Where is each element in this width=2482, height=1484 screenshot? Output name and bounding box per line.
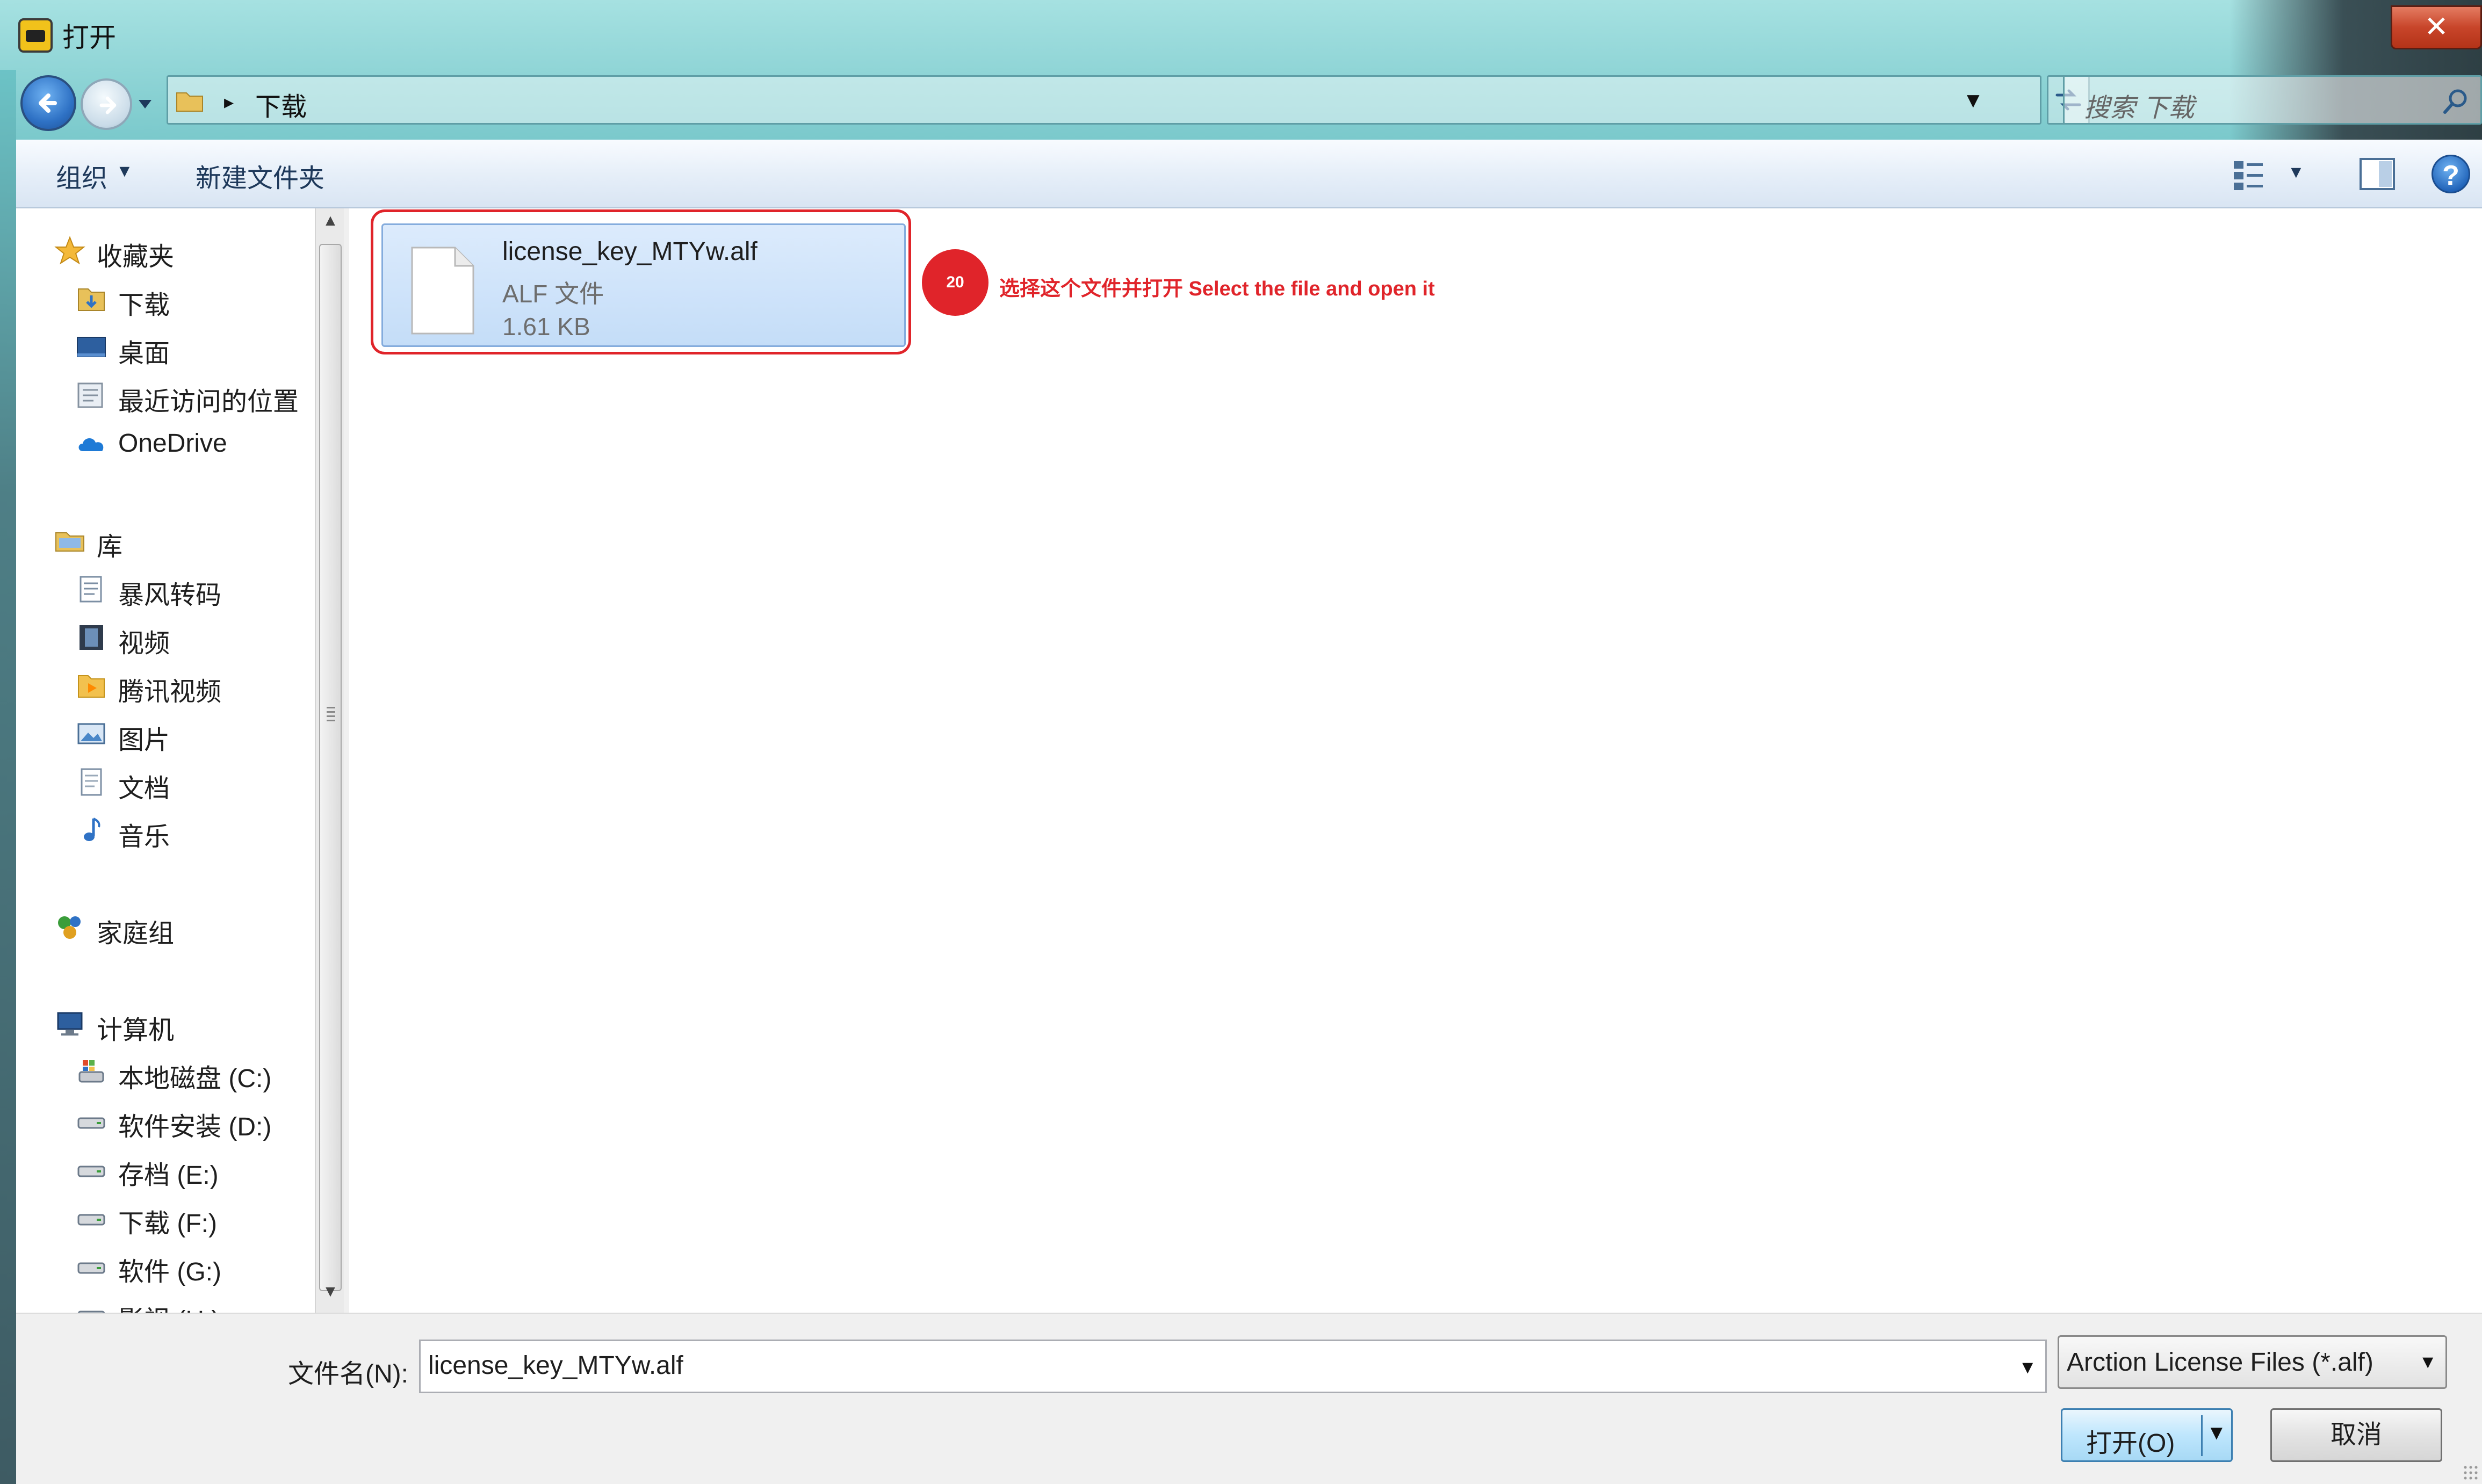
open-button[interactable]: 打开(O) ▼ <box>2061 1408 2233 1462</box>
downloads-folder-icon <box>78 288 105 311</box>
annotation-highlight-file <box>371 209 911 354</box>
picture-icon <box>77 723 105 744</box>
drive-icon <box>77 1214 105 1226</box>
arrow-right-icon <box>99 96 117 114</box>
annotation-step-20: 20 <box>922 249 989 316</box>
app-icon <box>18 18 53 53</box>
nav-item-label: 下载 <box>118 291 170 320</box>
system-drive-icon <box>78 1060 104 1083</box>
library-icon <box>55 532 84 552</box>
drive-icon <box>77 1311 105 1313</box>
tencent-video-icon <box>78 675 105 698</box>
forward-button[interactable] <box>81 78 132 130</box>
nav-item-label: 最近访问的位置 <box>118 388 299 416</box>
search-placeholder: 搜索 下载 <box>2084 94 2195 122</box>
drive-icon <box>77 1117 105 1129</box>
annotation-text-20: 选择这个文件并打开 Select the file and open it <box>999 278 1435 300</box>
scroll-up-icon[interactable]: ▲ <box>316 212 345 240</box>
scroll-grip <box>327 707 335 723</box>
film-icon <box>80 625 103 650</box>
nav-item-label: 本地磁盘 (C:) <box>118 1065 272 1093</box>
help-icon[interactable]: ? <box>2432 155 2470 193</box>
cloud-icon <box>78 438 104 451</box>
organize-menu[interactable]: 组织 <box>56 157 107 194</box>
open-button-label: 打开(O) <box>2086 1429 2175 1458</box>
nav-computer-label: 计算机 <box>97 1016 175 1045</box>
preview-pane-icon[interactable] <box>2358 157 2396 191</box>
breadcrumb-current[interactable]: 下载 <box>255 85 307 123</box>
window-title: 打开 <box>62 23 116 53</box>
organize-caret-icon[interactable]: ▼ <box>116 161 133 181</box>
filename-label: 文件名(N): <box>288 1360 408 1388</box>
nav-item-label: 影视 (H:) <box>118 1299 220 1313</box>
back-button[interactable] <box>20 75 76 131</box>
filter-dropdown-icon[interactable]: ▼ <box>2419 1352 2437 1373</box>
nav-item-label: 音乐 <box>118 823 170 851</box>
computer-icon <box>57 1012 83 1036</box>
cancel-button[interactable]: 取消 <box>2270 1408 2442 1462</box>
open-button-split <box>2201 1415 2203 1456</box>
filename-value: license_key_MTYw.alf <box>428 1351 683 1380</box>
folder-icon <box>176 92 203 112</box>
navigation-pane: 收藏夹 下载 桌面 最近访问的位置 OneDrive 库 暴风转码 视频 腾讯视… <box>16 208 315 1313</box>
open-options-icon[interactable]: ▼ <box>2206 1422 2227 1445</box>
nav-scrollbar[interactable]: ▲ ▼ <box>315 208 344 1313</box>
file-type-filter[interactable]: Arction License Files (*.alf) ▼ <box>2058 1335 2447 1389</box>
filename-input[interactable]: license_key_MTYw.alf ▼ <box>419 1340 2047 1393</box>
file-list: license_key_MTYw.alf ALF 文件 1.61 KB <box>349 208 2482 1313</box>
resize-grip[interactable] <box>2463 1465 2479 1481</box>
nav-homegroup-label: 家庭组 <box>97 920 175 948</box>
address-bar[interactable]: ▸ 下载 ▼ <box>167 75 2041 125</box>
star-icon <box>54 236 85 265</box>
nav-item-label: OneDrive <box>118 429 227 458</box>
nav-item-label: 腾讯视频 <box>118 678 222 706</box>
nav-item-label: 暴风转码 <box>118 581 222 610</box>
nav-item-label: 软件 (G:) <box>118 1258 221 1286</box>
nav-item-label: 软件安装 (D:) <box>118 1113 272 1141</box>
drive-icon <box>77 1166 105 1177</box>
pane-splitter[interactable] <box>344 208 349 1313</box>
scroll-down-icon[interactable]: ▼ <box>316 1283 345 1311</box>
document-icon <box>81 768 102 796</box>
breadcrumb-separator[interactable]: ▸ <box>224 91 234 113</box>
music-note-icon <box>84 817 100 841</box>
nav-libraries-label: 库 <box>97 533 123 561</box>
window-left-edge <box>0 70 16 1484</box>
drive-icon <box>77 1262 105 1274</box>
nav-item-label: 桌面 <box>118 339 170 368</box>
homegroup-icon <box>58 916 81 939</box>
recent-locations-dropdown-icon[interactable] <box>135 96 155 112</box>
search-icon[interactable] <box>2441 86 2471 117</box>
document-library-icon <box>80 576 102 603</box>
desktop-icon <box>77 337 106 357</box>
new-folder-button[interactable]: 新建文件夹 <box>196 157 324 194</box>
nav-item-label: 图片 <box>118 726 170 755</box>
file-type-filter-value: Arction License Files (*.alf) <box>2067 1348 2373 1377</box>
filename-dropdown-icon[interactable]: ▼ <box>2018 1357 2037 1378</box>
nav-favorites-label: 收藏夹 <box>97 243 175 271</box>
nav-item-label: 存档 (E:) <box>118 1161 219 1190</box>
nav-item-label: 下载 (F:) <box>118 1210 217 1238</box>
dialog-footer: 文件名(N): license_key_MTYw.alf ▼ Arction L… <box>16 1313 2482 1484</box>
nav-item-label: 文档 <box>118 774 170 803</box>
command-toolbar: 组织 ▼ 新建文件夹 ▼ ? <box>16 140 2482 208</box>
view-caret-icon[interactable]: ▼ <box>2288 162 2305 182</box>
search-input[interactable]: 搜索 下载 <box>2063 75 2482 125</box>
nav-item-label: 视频 <box>118 629 170 658</box>
view-options-icon[interactable] <box>2230 156 2268 194</box>
recent-places-icon <box>77 382 103 408</box>
arrow-left-icon <box>39 93 57 113</box>
address-dropdown-icon[interactable]: ▼ <box>1962 89 1984 113</box>
close-button[interactable]: ✕ <box>2391 5 2482 49</box>
scroll-thumb[interactable] <box>319 244 342 1291</box>
